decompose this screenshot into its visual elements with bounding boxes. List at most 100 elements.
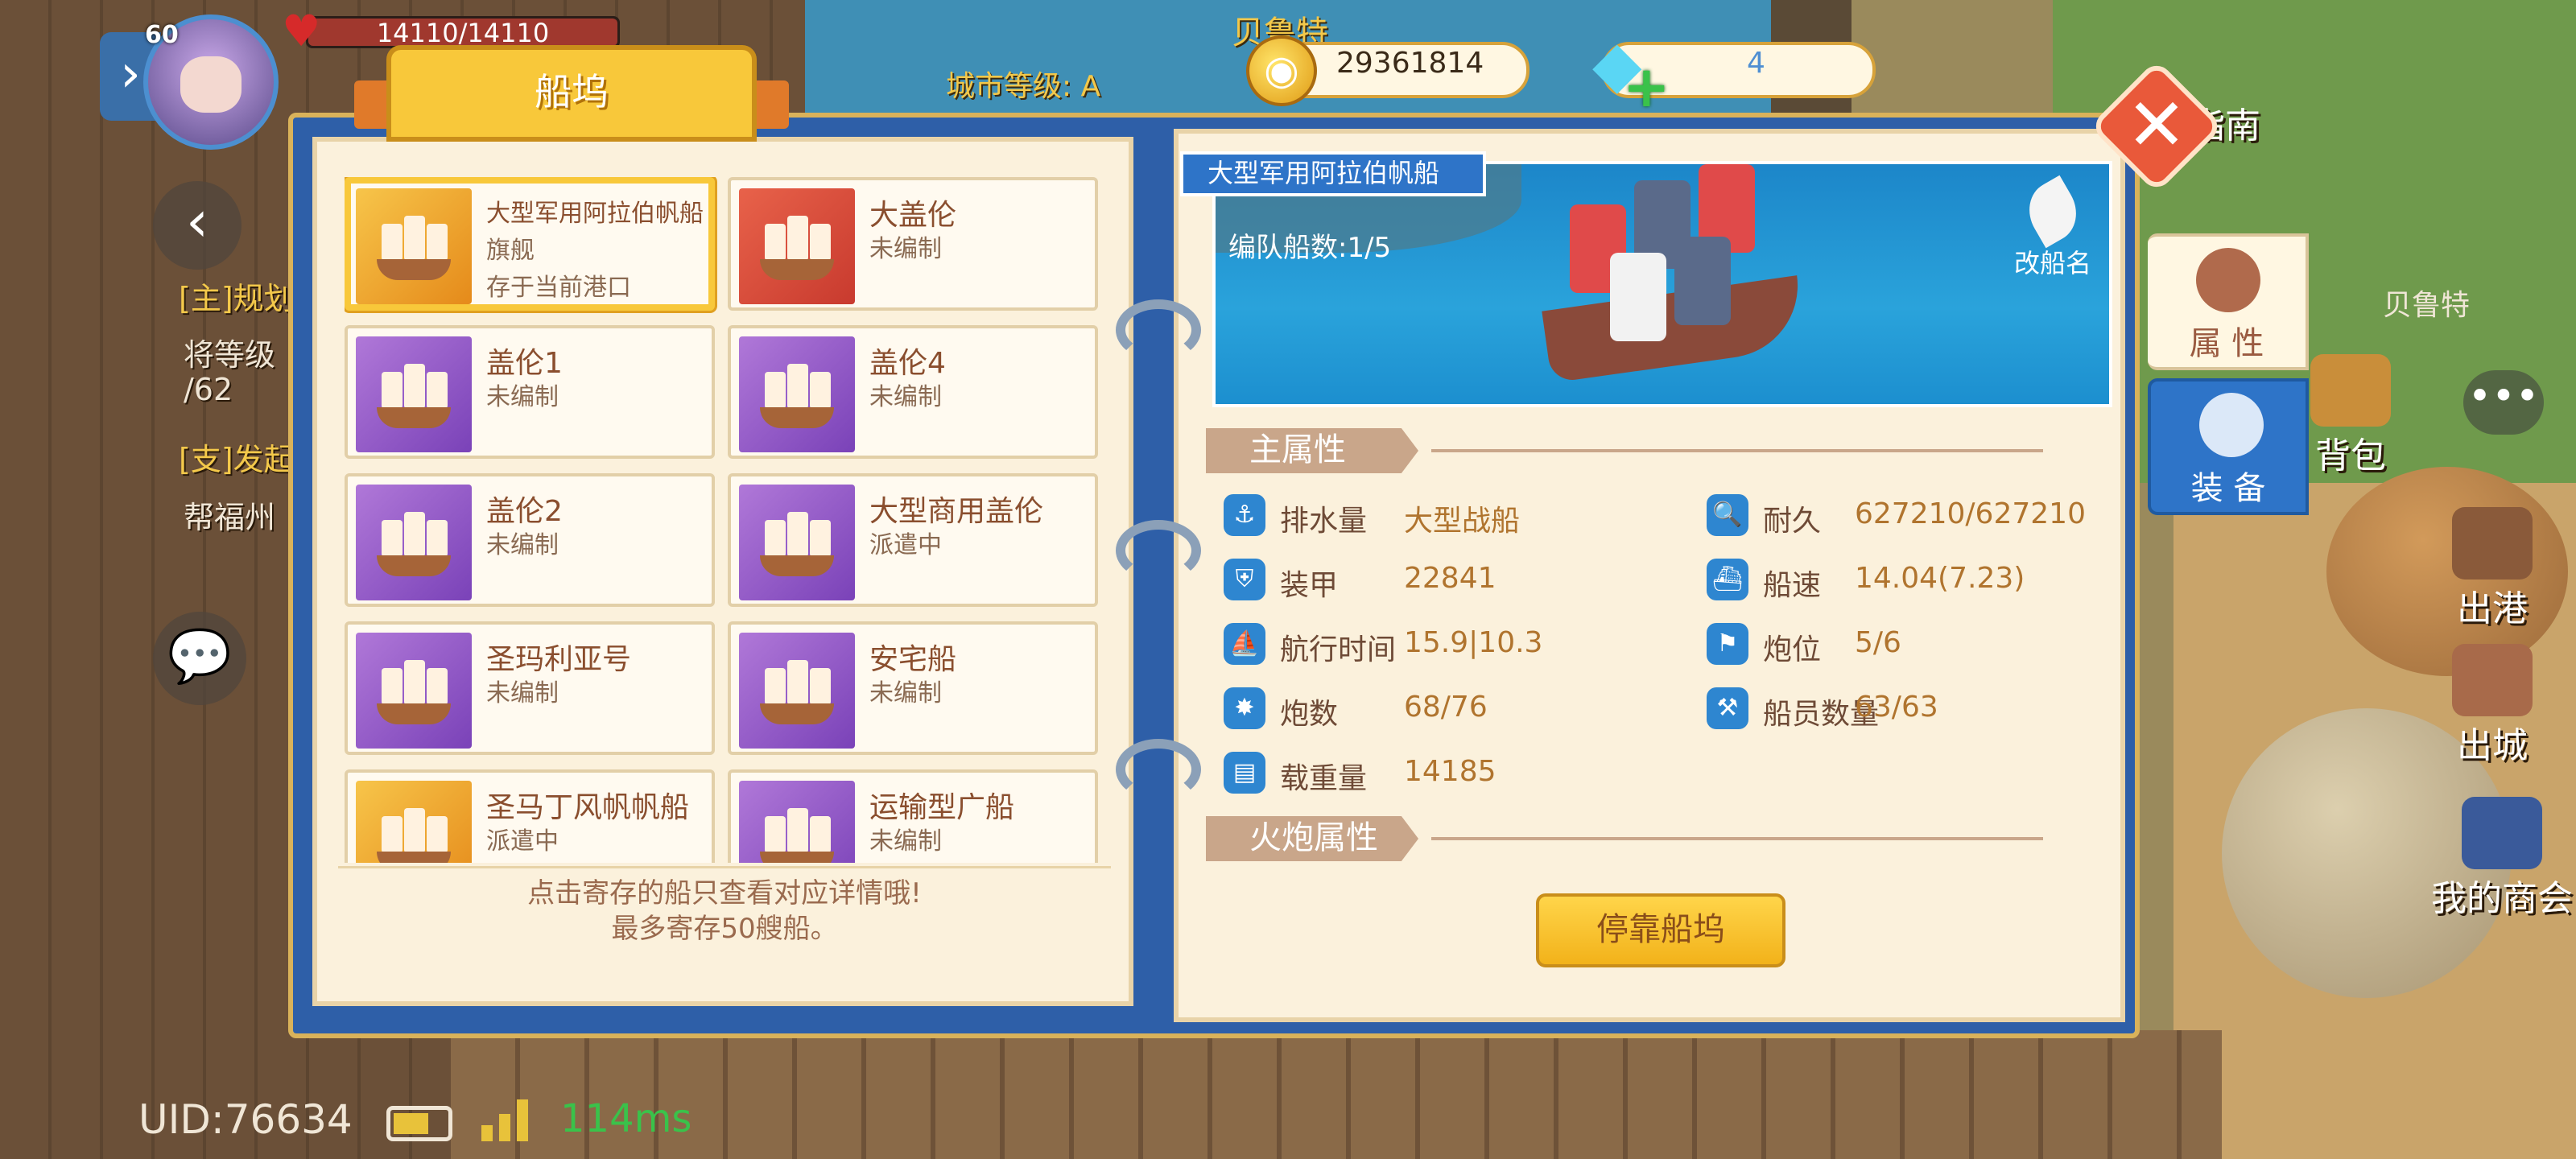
stat-label: 船速 xyxy=(1763,569,1822,602)
exit-city-label: 出城 xyxy=(2457,725,2528,766)
ship-status: 派遣中 xyxy=(486,827,559,856)
ship-status: 未编制 xyxy=(869,235,942,263)
stat-icon: ✸ xyxy=(1224,687,1265,729)
rename-label: 改船名 xyxy=(2013,248,2091,278)
note-line-2: 最多寄存50艘船。 xyxy=(611,913,838,945)
depart-button[interactable]: 出港 xyxy=(2452,507,2533,631)
main-attributes-title: 主属性 xyxy=(1206,428,1418,473)
stat-value: 15.9|10.3 xyxy=(1404,626,1543,659)
ship-list[interactable]: 大型军用阿拉伯帆船 旗舰 存于当前港口 大盖伦 未编制 盖伦1 未编制 盖伦4 未编制 盖伦2 未编… xyxy=(345,177,1104,863)
main-quest-title[interactable]: [主]规划 xyxy=(179,274,295,318)
city-level: 城市等级: A xyxy=(946,70,1101,103)
note-line-1: 点击寄存的船只查看对应详情哦! xyxy=(527,877,922,909)
ship-thumbnail xyxy=(739,336,855,452)
stat-icon: ⚓ xyxy=(1224,494,1265,536)
divider xyxy=(338,866,1111,868)
stat-row: ⛴ 船速 14.04(7.23) xyxy=(1707,557,2157,602)
stat-row: ⚒ 船员数量 63/63 xyxy=(1707,686,2157,731)
ship-card[interactable]: 圣玛利亚号 未编制 xyxy=(345,621,715,755)
ship-card[interactable]: 安宅船 未编制 xyxy=(728,621,1098,755)
ship-card[interactable]: 大型商用盖伦 派遣中 xyxy=(728,473,1098,607)
feather-icon xyxy=(2017,175,2088,249)
depart-label: 出港 xyxy=(2457,588,2528,629)
cannon-attributes-header: 火炮属性 xyxy=(1206,816,2051,861)
horse-icon xyxy=(2452,644,2533,716)
stat-icon: ⛴ xyxy=(1707,559,1748,600)
ship-card[interactable]: 运输型广船 未编制 xyxy=(728,769,1098,863)
stat-value: 627210/627210 xyxy=(1855,497,2086,530)
stat-label: 航行时间 xyxy=(1280,633,1397,666)
stat-value: 22841 xyxy=(1404,562,1496,595)
location-label: 贝鲁特 xyxy=(2383,289,2471,322)
side-quest-title[interactable]: [支]发起 xyxy=(179,435,295,479)
ship-card[interactable]: 盖伦4 未编制 xyxy=(728,325,1098,459)
panel-title: 船坞 xyxy=(386,45,757,142)
ship-thumbnail xyxy=(356,336,472,452)
stat-value: 5/6 xyxy=(1855,626,1901,659)
exit-city-button[interactable]: 出城 xyxy=(2452,644,2533,768)
ship-status: 未编制 xyxy=(486,531,559,559)
binder-ring xyxy=(1116,520,1201,581)
stat-label: 耐久 xyxy=(1763,505,1822,538)
more-button[interactable]: ••• xyxy=(2463,370,2544,435)
player-level: 60 xyxy=(145,21,179,49)
ship-status: 未编制 xyxy=(869,383,942,411)
ship-name: 盖伦1 xyxy=(486,347,563,380)
back-button[interactable]: ‹ xyxy=(153,181,242,270)
stat-icon: ⛵ xyxy=(1224,623,1265,665)
stat-label: 排水量 xyxy=(1280,505,1368,538)
guild-button[interactable]: 我的商会 xyxy=(2431,797,2573,921)
gold-amount: 29361814 xyxy=(1336,47,1484,80)
ship-name: 大型军用阿拉伯帆船 xyxy=(486,200,704,228)
ship-card[interactable]: 盖伦1 未编制 xyxy=(345,325,715,459)
tab-equipment[interactable]: 装 备 xyxy=(2148,378,2309,515)
ship-name: 运输型广船 xyxy=(869,791,1015,824)
tab-equipment-label: 装 备 xyxy=(2190,470,2266,507)
ship-card[interactable]: 盖伦2 未编制 xyxy=(345,473,715,607)
ship-card[interactable]: 大盖伦 未编制 xyxy=(728,177,1098,311)
ship-thumbnail xyxy=(356,485,472,600)
helmet-icon xyxy=(2199,393,2264,457)
signal-icon xyxy=(481,1099,530,1141)
ship-name: 圣马丁风帆帆船 xyxy=(486,791,690,824)
side-quest-desc: 帮福州 xyxy=(184,500,276,535)
stat-value: 63/63 xyxy=(1855,691,1938,724)
stat-label: 炮位 xyxy=(1763,633,1822,666)
chat-button[interactable]: 💬 xyxy=(153,612,246,705)
ship-wheel-icon xyxy=(2196,248,2260,312)
stat-row: ⚑ 炮位 5/6 xyxy=(1707,621,2157,666)
ship-wheel-icon xyxy=(2452,507,2533,580)
uid-label: UID:76634 xyxy=(138,1096,353,1143)
stat-row: ▤ 载重量 14185 xyxy=(1224,750,1674,795)
binder-ring xyxy=(1116,739,1201,800)
rename-button[interactable]: 改船名 xyxy=(2013,175,2093,280)
stat-row: 🔍 耐久 627210/627210 xyxy=(1707,493,2157,538)
ship-thumbnail xyxy=(739,633,855,749)
fleet-count: 编队船数:1/5 xyxy=(1228,232,1392,264)
add-gems-button[interactable]: + xyxy=(1623,59,1670,115)
close-icon: ✕ xyxy=(2126,83,2187,167)
ship-card[interactable]: 圣马丁风帆帆船派遣中 xyxy=(345,769,715,863)
binder-ring xyxy=(1116,299,1201,361)
stat-icon: ⚑ xyxy=(1707,623,1748,665)
stat-row: ⛵ 航行时间 15.9|10.3 xyxy=(1224,621,1674,666)
ship-name: 安宅船 xyxy=(869,643,957,676)
battery-icon xyxy=(386,1106,452,1141)
ship-thumbnail xyxy=(356,781,472,863)
ship-card[interactable]: 大型军用阿拉伯帆船 旗舰 存于当前港口 xyxy=(345,177,715,311)
ship-list-note: 点击寄存的船只查看对应详情哦! 最多寄存50艘船。 xyxy=(345,876,1104,947)
tab-attributes[interactable]: 属 性 xyxy=(2148,233,2309,370)
ship-name: 盖伦4 xyxy=(869,347,946,380)
stat-value: 14.04(7.23) xyxy=(1855,562,2025,595)
bag-icon xyxy=(2310,354,2391,427)
ship-image xyxy=(1513,116,1835,383)
stat-value: 大型战船 xyxy=(1404,505,1521,538)
dock-button[interactable]: 停靠船坞 xyxy=(1536,893,1785,967)
ship-status: 未编制 xyxy=(869,827,942,856)
stat-row: ⛨ 装甲 22841 xyxy=(1224,557,1674,602)
stat-row: ⚓ 排水量 大型战船 xyxy=(1224,493,1674,538)
bag-button[interactable]: 背包 xyxy=(2310,354,2391,478)
pier-background xyxy=(451,1030,2222,1159)
stat-icon: ⛨ xyxy=(1224,559,1265,600)
gem-amount: 4 xyxy=(1747,47,1765,80)
